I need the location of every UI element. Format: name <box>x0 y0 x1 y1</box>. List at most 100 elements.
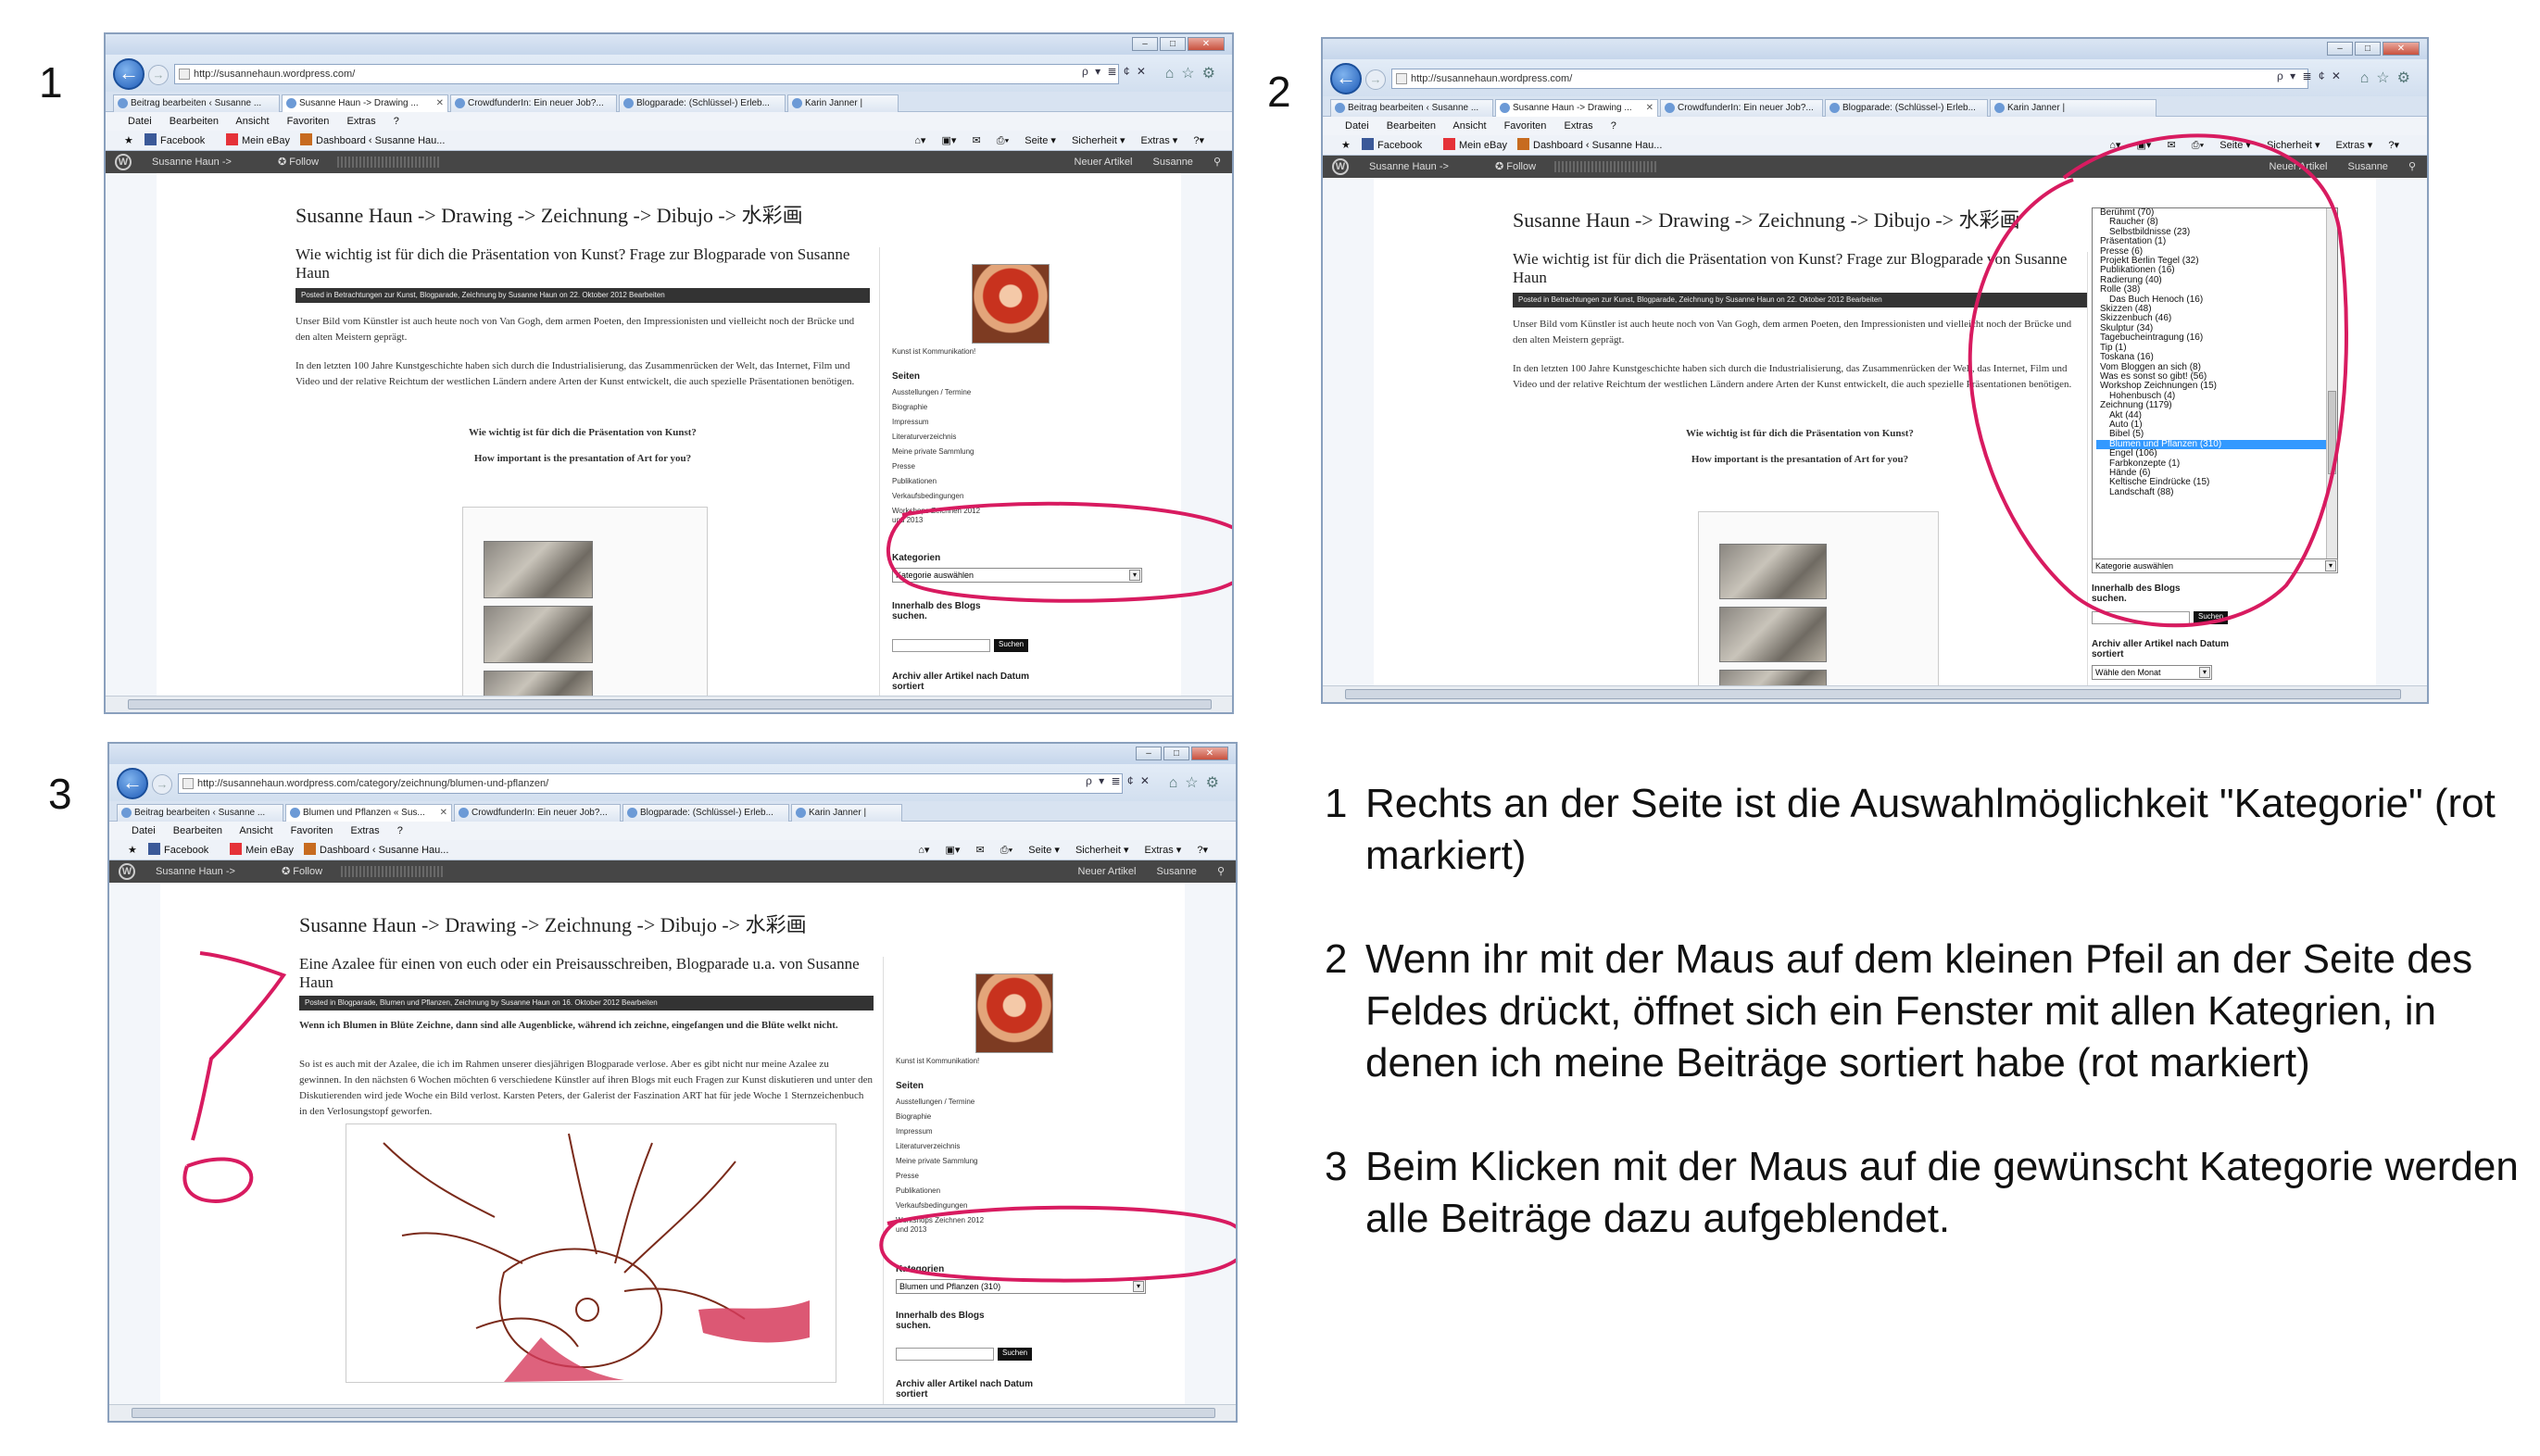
wordpress-logo-icon[interactable]: W <box>115 154 132 170</box>
blog-title[interactable]: Susanne Haun -> Drawing -> Zeichnung -> … <box>295 199 803 229</box>
page-link[interactable]: und 2013 <box>896 1225 926 1235</box>
page-menu[interactable]: Seite ▾ <box>1028 845 1060 856</box>
scroll-thumb[interactable] <box>132 1408 1215 1418</box>
post-title[interactable]: Eine Azalee für einen von euch oder ein … <box>299 955 874 992</box>
tab-5[interactable]: Karin Janner | <box>791 804 902 822</box>
dropdown-scrollbar[interactable] <box>2326 208 2337 559</box>
author-avatar[interactable] <box>972 264 1050 344</box>
menu-help[interactable]: ? <box>1611 120 1616 132</box>
page-link[interactable]: Workshops Zeichnen 2012 <box>896 1216 984 1225</box>
fav-dashboard[interactable]: Dashboard ‹ Susanne Hau... <box>304 840 448 860</box>
forward-button[interactable]: → <box>148 65 169 85</box>
post-image[interactable] <box>462 507 708 702</box>
page-link[interactable]: Verkaufsbedingungen <box>892 492 963 501</box>
page-link[interactable]: Publikationen <box>896 1186 940 1196</box>
minimize-button[interactable]: – <box>2327 42 2353 56</box>
maximize-button[interactable]: □ <box>2355 42 2381 56</box>
search-input[interactable] <box>2092 611 2190 624</box>
fav-ebay[interactable]: Mein eBay <box>230 840 294 860</box>
menu-bearbeiten[interactable]: Bearbeiten <box>1387 120 1436 132</box>
menu-favoriten[interactable]: Favoriten <box>1504 120 1547 132</box>
wp-follow-button[interactable]: ✪ Follow <box>1495 156 1536 178</box>
tab-close-icon[interactable]: ✕ <box>436 95 444 111</box>
tab-2-active[interactable]: Susanne Haun -> Drawing ... ✕ <box>282 94 448 112</box>
menu-bearbeiten[interactable]: Bearbeiten <box>170 116 219 127</box>
menu-help[interactable]: ? <box>394 116 399 127</box>
help-icon[interactable]: ?▾ <box>1197 845 1208 856</box>
chevron-down-icon[interactable]: ▾ <box>1133 1281 1144 1292</box>
security-menu[interactable]: Sicherheit ▾ <box>2267 140 2320 151</box>
fav-dashboard[interactable]: Dashboard ‹ Susanne Hau... <box>1517 135 1662 156</box>
maximize-button[interactable]: □ <box>1160 37 1186 51</box>
category-dropdown-list[interactable]: Berühmt (70) Raucher (8) Selbstbildnisse (… <box>2092 207 2338 559</box>
tab-5[interactable]: Karin Janner | <box>787 94 899 112</box>
forward-button[interactable]: → <box>152 774 172 795</box>
fav-facebook[interactable]: Facebook <box>148 840 208 860</box>
dropdown-option[interactable]: Engel (106) <box>2096 448 2337 458</box>
favorites-star-icon[interactable]: ★ <box>128 840 137 860</box>
tab-3[interactable]: CrowdfunderIn: Ein neuer Job?... <box>454 804 621 822</box>
menu-favoriten[interactable]: Favoriten <box>291 825 333 836</box>
azalea-drawing-image[interactable] <box>346 1123 836 1383</box>
blog-title[interactable]: Susanne Haun -> Drawing -> Zeichnung -> … <box>1513 204 2020 233</box>
address-bar[interactable]: http://susannehaun.wordpress.com/ <box>174 64 1119 84</box>
wp-user[interactable]: Susanne <box>1153 157 1193 168</box>
search-input[interactable] <box>892 639 990 652</box>
wp-follow-button[interactable]: ✪ Follow <box>278 151 319 173</box>
tools-menu[interactable]: Extras ▾ <box>1141 135 1178 146</box>
tab-5[interactable]: Karin Janner | <box>1990 99 2156 117</box>
menu-datei[interactable]: Datei <box>128 116 152 127</box>
address-bar[interactable]: http://susannehaun.wordpress.com/ <box>1391 69 2308 89</box>
fav-ebay[interactable]: Mein eBay <box>1443 135 1507 156</box>
home-star-gear-icons[interactable]: ⌂☆⚙ <box>1165 64 1223 82</box>
fav-dashboard[interactable]: Dashboard ‹ Susanne Hau... <box>300 131 445 151</box>
fav-ebay[interactable]: Mein eBay <box>226 131 290 151</box>
tools-menu[interactable]: Extras ▾ <box>1145 845 1182 856</box>
tab-4[interactable]: Blogparade: (Schlüssel-) Erleb... <box>1825 99 1988 117</box>
address-tools[interactable]: ρ ▾ ≣ ¢ ✕ <box>1086 774 1151 787</box>
security-menu[interactable]: Sicherheit ▾ <box>1075 845 1129 856</box>
wp-site-link[interactable]: Susanne Haun -> <box>1369 156 1449 178</box>
menu-favoriten[interactable]: Favoriten <box>287 116 330 127</box>
search-input[interactable] <box>896 1348 994 1361</box>
search-icon[interactable]: ⚲ <box>2408 161 2416 172</box>
maximize-button[interactable]: □ <box>1163 747 1189 760</box>
close-window-button[interactable]: ✕ <box>1188 37 1225 51</box>
page-menu[interactable]: Seite ▾ <box>2219 140 2251 151</box>
home-star-gear-icons[interactable]: ⌂☆⚙ <box>1169 773 1226 792</box>
address-tools[interactable]: ρ ▾ ≣ ¢ ✕ <box>2277 69 2343 82</box>
page-link[interactable]: Impressum <box>892 418 929 427</box>
scroll-thumb[interactable] <box>128 699 1212 709</box>
wordpress-logo-icon[interactable]: W <box>1332 158 1349 175</box>
back-button[interactable]: ← <box>117 768 148 799</box>
fav-facebook[interactable]: Facebook <box>1362 135 1422 156</box>
mail-icon[interactable]: ✉ <box>2167 140 2175 151</box>
page-link[interactable]: Verkaufsbedingungen <box>896 1201 967 1211</box>
wp-user[interactable]: Susanne <box>1157 866 1197 877</box>
page-link[interactable]: Ausstellungen / Termine <box>896 1098 975 1107</box>
wp-new-post[interactable]: Neuer Artikel <box>2270 161 2328 172</box>
tab-2-active[interactable]: Blumen und Pflanzen « Sus... ✕ <box>285 804 452 822</box>
page-link[interactable]: und 2013 <box>892 516 923 525</box>
blog-title[interactable]: Susanne Haun -> Drawing -> Zeichnung -> … <box>299 909 807 938</box>
tab-close-icon[interactable]: ✕ <box>440 805 447 821</box>
minimize-button[interactable]: – <box>1132 37 1158 51</box>
menu-datei[interactable]: Datei <box>132 825 156 836</box>
dropdown-option[interactable]: Toskana (16) <box>2096 352 2337 362</box>
favorites-star-icon[interactable]: ★ <box>124 131 133 151</box>
page-link[interactable]: Biographie <box>892 403 927 412</box>
back-button[interactable]: ← <box>113 58 145 90</box>
page-link[interactable]: Presse <box>892 462 915 471</box>
menu-ansicht[interactable]: Ansicht <box>1452 120 1486 132</box>
chevron-down-icon[interactable]: ▾ <box>1129 570 1140 581</box>
page-link[interactable]: Publikationen <box>892 477 937 486</box>
home-icon[interactable]: ⌂▾ <box>2109 140 2120 151</box>
page-link[interactable]: Workshops Zeichnen 2012 <box>892 507 980 516</box>
tab-close-icon[interactable]: ✕ <box>1646 100 1654 116</box>
post-title[interactable]: Wie wichtig ist für dich die Präsentatio… <box>1513 250 2087 287</box>
menu-extras[interactable]: Extras <box>1564 120 1592 132</box>
dropdown-option[interactable]: Landschaft (88) <box>2096 487 2337 497</box>
address-bar[interactable]: http://susannehaun.wordpress.com/categor… <box>178 773 1123 794</box>
search-icon[interactable]: ⚲ <box>1213 157 1221 168</box>
search-button[interactable]: Suchen <box>2194 611 2229 624</box>
